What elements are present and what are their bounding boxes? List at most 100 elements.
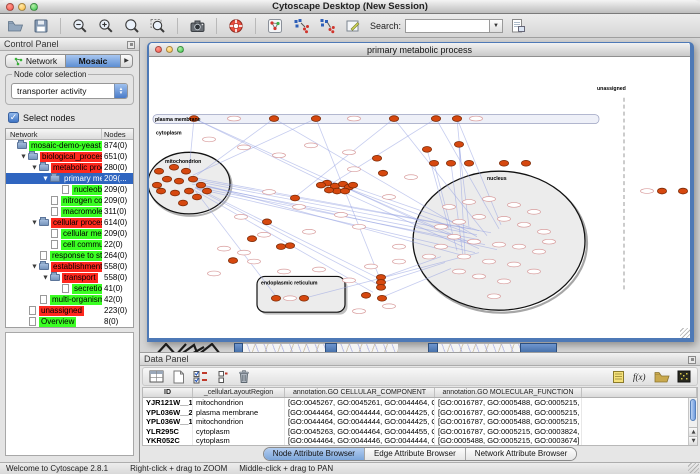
small-node[interactable] [278,269,291,274]
small-node[interactable] [528,269,541,274]
network-node[interactable] [192,194,201,200]
network-node[interactable] [378,170,387,176]
snapshot-button[interactable] [186,16,208,36]
network-node[interactable] [340,188,349,194]
scrollbar-thumb[interactable] [690,399,696,421]
small-node[interactable] [313,267,326,272]
small-node[interactable] [405,175,418,180]
small-node[interactable] [435,244,448,249]
tree-column-nodes[interactable]: Nodes [104,130,126,139]
small-node[interactable] [343,278,356,283]
search-input[interactable] [405,19,489,33]
network-node[interactable] [348,182,357,188]
small-node[interactable] [303,229,316,234]
small-node[interactable] [353,224,366,229]
app-resize-grip[interactable] [688,463,699,473]
scroll-down-button[interactable]: ▼ [689,436,698,445]
table-row[interactable]: YJR121W__1mitochondrion[GO:0045267, GO:0… [143,398,697,408]
small-node[interactable] [348,167,361,172]
network-node[interactable] [152,182,161,188]
small-node[interactable] [335,212,348,217]
network-node[interactable] [372,155,381,161]
small-node[interactable] [498,279,511,284]
unselect-attributes-button[interactable] [213,369,231,385]
tree-row[interactable]: secretion41(0) [6,283,133,294]
small-node[interactable] [273,153,286,158]
network-overview-panel[interactable] [5,332,134,456]
network-node[interactable] [290,195,299,201]
table-row[interactable]: YDR039C__1mitochondrion[GO:0044464, GO:0… [143,446,697,447]
vizmapper-button[interactable] [264,16,286,36]
network-node[interactable] [196,182,205,188]
tree-expander-icon[interactable]: ▼ [30,220,39,226]
small-node[interactable] [228,116,241,121]
tree-column-network[interactable]: Network [6,130,38,139]
network-node[interactable] [156,188,165,194]
layout-a-button[interactable] [290,16,312,36]
small-node[interactable] [470,116,483,121]
select-nodes-checkbox[interactable]: ✓ [8,112,19,123]
column-header-molecular-function[interactable]: annotation.GO MOLECULAR_FUNCTION [435,388,582,397]
tree-row[interactable]: multi-organism pro42(0) [6,294,133,305]
small-node[interactable] [483,197,496,202]
minimize-view-button[interactable] [166,46,173,53]
network-node[interactable] [376,284,385,290]
scroll-up-button[interactable]: ▲ [689,427,698,436]
open-session-button[interactable] [4,16,26,36]
network-edge[interactable] [195,187,379,278]
small-node[interactable] [348,116,361,121]
close-window-button[interactable] [6,3,14,11]
network-node[interactable] [316,182,325,188]
small-node[interactable] [248,259,261,264]
network-edge[interactable] [197,119,274,176]
small-node[interactable] [473,274,486,279]
network-node[interactable] [228,258,237,264]
network-node[interactable] [184,188,193,194]
delete-attribute-button[interactable] [235,369,253,385]
network-node[interactable] [361,292,370,298]
column-header-cellular-component[interactable]: annotation.GO CELLULAR_COMPONENT [285,388,435,397]
tab-network-attribute-browser[interactable]: Network Attribute Browser [465,448,576,460]
small-node[interactable] [238,145,251,150]
small-node[interactable] [293,205,306,210]
small-node[interactable] [284,296,297,301]
network-node[interactable] [324,187,333,193]
network-node[interactable] [247,236,256,242]
network-node[interactable] [422,146,431,152]
tree-expander-icon[interactable]: ▼ [30,165,39,171]
column-header-region[interactable]: _cellularLayoutRegion [193,388,285,397]
network-node[interactable] [431,116,440,122]
small-node[interactable] [488,294,501,299]
small-node[interactable] [641,189,654,194]
small-node[interactable] [435,224,448,229]
small-node[interactable] [453,269,466,274]
tab-edge-attribute-browser[interactable]: Edge Attribute Browser [364,448,465,460]
layout-b-button[interactable] [316,16,338,36]
small-node[interactable] [238,250,251,255]
small-node[interactable] [353,309,366,314]
attribute-editor-button[interactable] [609,369,627,385]
small-node[interactable] [383,195,396,200]
network-node[interactable] [446,160,455,166]
small-node[interactable] [258,232,271,237]
float-panel-icon[interactable] [688,356,696,364]
small-node[interactable] [203,137,216,142]
tree-row[interactable]: unassigned223(0) [6,305,133,316]
function-builder-button[interactable]: f(x) [631,369,649,385]
small-node[interactable] [508,262,521,267]
small-node[interactable] [498,216,511,221]
small-node[interactable] [218,246,231,251]
tree-row[interactable]: ▼transport558(0) [6,272,133,283]
table-row[interactable]: YPL036W__2plasma membrane[GO:0044464, GO… [143,408,697,418]
zoom-view-button[interactable] [177,46,184,53]
small-node[interactable] [235,214,248,219]
tree-row[interactable]: ▼establishment of lo558(0) [6,261,133,272]
small-node[interactable] [453,219,466,224]
network-node[interactable] [452,116,461,122]
table-row[interactable]: YKR052Ccytoplasm[GO:0044464, GO:0044446,… [143,436,697,446]
network-node[interactable] [499,160,508,166]
small-node[interactable] [483,259,496,264]
network-node[interactable] [464,160,473,166]
network-node[interactable] [389,116,398,122]
small-node[interactable] [343,150,356,155]
